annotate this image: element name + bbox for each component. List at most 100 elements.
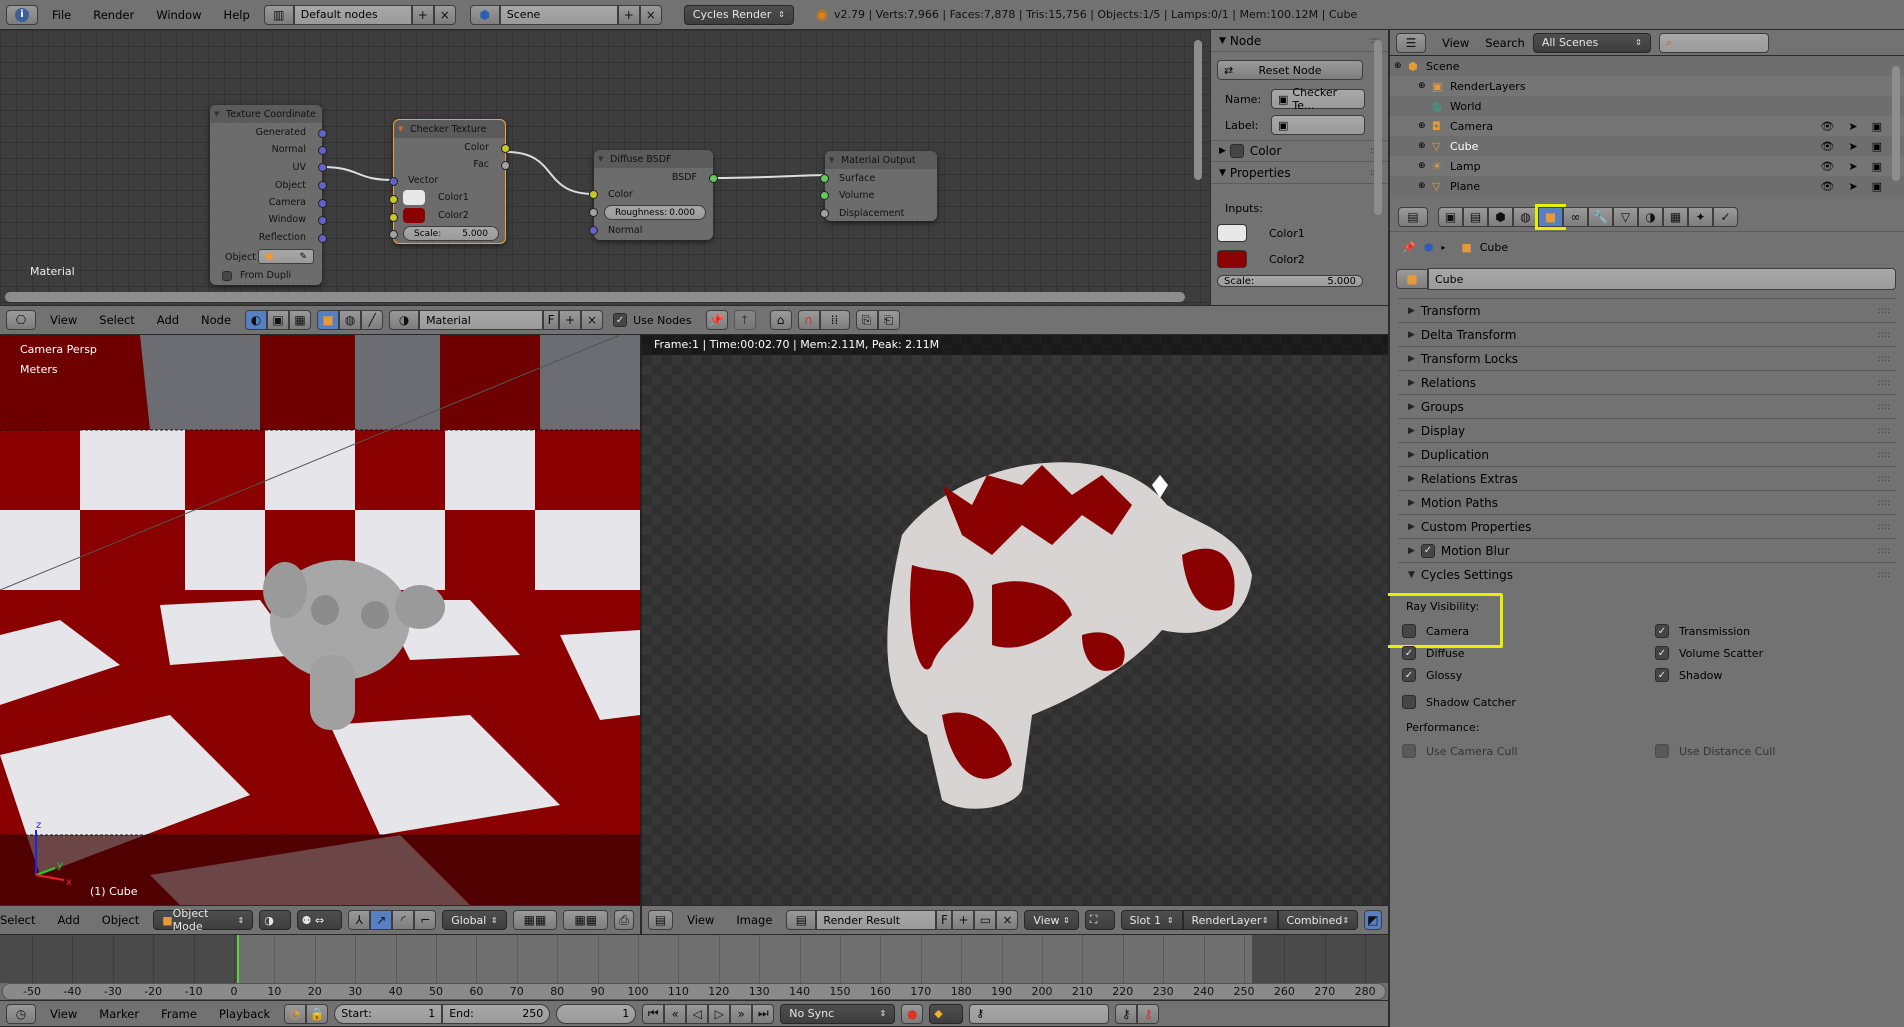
display-mode-dropdown[interactable]: All Scenes ⇕ (1532, 32, 1651, 53)
from-dupli-checkbox[interactable]: From Dupli (222, 270, 291, 281)
jump-start-icon[interactable]: ⏮ (642, 1003, 665, 1024)
volume-scatter-visibility-checkbox[interactable]: ✓ Volume Scatter (1655, 646, 1763, 660)
line-style-icon[interactable]: ╱ (361, 310, 384, 330)
insert-keyframe-icon[interactable]: ⚷ (1115, 1003, 1138, 1024)
node-label-field[interactable]: ▣ (1271, 115, 1365, 135)
fake-user-button[interactable]: F (936, 910, 953, 930)
camera-visibility-checkbox[interactable]: Camera (1402, 624, 1469, 638)
record-icon[interactable]: ● (901, 1003, 924, 1024)
drag-handle-icon[interactable]: :::: (1878, 570, 1890, 580)
properties-editor-type-button[interactable]: ▤ (1398, 206, 1428, 227)
expand-icon[interactable]: ⊕ (1418, 81, 1432, 91)
socket[interactable] (501, 161, 510, 170)
render-camera-icon[interactable]: ▣ (1872, 140, 1882, 153)
shader-nodes-icon[interactable]: ◐ (245, 310, 268, 330)
panel-delta-transform[interactable]: ▶ Delta Transform:::: (1398, 322, 1896, 346)
keyframe-type-dropdown[interactable]: ◆ (929, 1003, 964, 1024)
translate-icon[interactable]: ↗ (370, 910, 393, 930)
outliner-item[interactable]: ⊕ ▣ RenderLayers (1390, 76, 1904, 96)
jump-end-icon[interactable]: ⏭ (752, 1003, 775, 1024)
rotate-icon[interactable]: ◜ (392, 910, 415, 930)
socket[interactable] (389, 213, 398, 222)
render-camera-icon[interactable]: ▣ (1872, 120, 1882, 133)
socket[interactable] (318, 216, 327, 225)
color-toggle-checkbox[interactable] (1229, 144, 1244, 158)
outliner-item[interactable]: ⊕ ▽ Cube 👁 ➤ ▣ (1390, 136, 1904, 156)
editor-type-info-button[interactable]: i (6, 4, 38, 25)
render-camera-icon[interactable]: ▣ (1872, 180, 1882, 193)
paste-icon[interactable]: ⎗ (877, 310, 900, 330)
pin-icon[interactable]: 📌 (705, 310, 728, 330)
object-browse-button[interactable]: ■ (1396, 269, 1428, 289)
outliner-item[interactable]: ⊕ ☀ Lamp 👁 ➤ ▣ (1390, 156, 1904, 176)
timeline[interactable]: -50 -40 -30 -20 -10 0 10 20 30 40 50 60 70 80 90 100 110… (0, 935, 1388, 1000)
color-panel-header[interactable]: ▶Color:::: (1211, 140, 1388, 162)
expand-icon[interactable]: ⊕ (1418, 141, 1432, 151)
socket[interactable] (820, 174, 829, 183)
manipulator-toggle-icon[interactable]: ⅄ (348, 910, 371, 930)
outliner-item[interactable]: ⊕ ▽ Plane 👁 ➤ ▣ (1390, 176, 1904, 196)
menu-search[interactable]: Search (1485, 36, 1525, 50)
snap-element-icon[interactable]: ⁞⁞ (819, 310, 850, 330)
distance-cull-checkbox[interactable]: Use Distance Cull (1655, 744, 1775, 758)
menu-select[interactable]: Select (91, 313, 142, 327)
cursor-icon[interactable]: ➤ (1848, 140, 1857, 153)
3d-viewport[interactable]: z y x Camera Persp Meters (1) Cube (0, 335, 640, 905)
menu-add[interactable]: Add (149, 313, 187, 327)
outliner-search-input[interactable]: ⌕ (1658, 32, 1769, 53)
drag-handle-icon[interactable]: :::: (1878, 354, 1890, 364)
drag-handle-icon[interactable]: :::: (1878, 498, 1890, 508)
pivot-dropdown[interactable]: ⛶ (1084, 910, 1115, 930)
shadow-visibility-checkbox[interactable]: ✓ Shadow (1655, 668, 1722, 682)
socket[interactable] (318, 163, 327, 172)
menu-view[interactable]: View (1434, 36, 1477, 50)
socket[interactable] (318, 234, 327, 243)
world-shader-icon[interactable]: ◍ (339, 310, 362, 330)
pivot-dropdown[interactable]: ⚉ ⇔ (296, 910, 343, 930)
checker-texture-node[interactable]: Checker Texture Color Fac Vector Color1 … (389, 119, 510, 244)
scale-icon[interactable]: ⌐ (414, 910, 437, 930)
outliner-scrollbar[interactable] (1892, 66, 1900, 181)
outliner-item[interactable]: ⊕ ◘ Camera 👁 ➤ ▣ (1390, 116, 1904, 136)
menu-playback[interactable]: Playback (211, 1007, 278, 1021)
eye-icon[interactable]: 👁 (1820, 120, 1834, 133)
panel-motion-blur[interactable]: ▶ ✓ Motion Blur:::: (1398, 538, 1896, 562)
color2-swatch[interactable] (1217, 250, 1247, 268)
expand-icon[interactable]: ⊕ (1418, 121, 1432, 131)
current-frame-indicator[interactable] (237, 935, 239, 983)
tab-scene[interactable]: ⬢ (1488, 206, 1513, 227)
tab-physics[interactable]: ✓ (1713, 206, 1738, 227)
socket[interactable] (389, 195, 398, 204)
drag-handle-icon[interactable]: :::: (1878, 330, 1890, 340)
drag-handle-icon[interactable]: :::: (1878, 378, 1890, 388)
drag-handle-icon[interactable]: :::: (1878, 402, 1890, 412)
panel-duplication[interactable]: ▶ Duplication:::: (1398, 442, 1896, 466)
socket[interactable] (389, 230, 398, 239)
jump-keyframe-back-icon[interactable]: « (664, 1003, 687, 1024)
socket[interactable] (709, 174, 718, 183)
jump-keyframe-forward-icon[interactable]: » (730, 1003, 753, 1024)
menu-add[interactable]: Add (49, 913, 87, 927)
color1-swatch[interactable] (403, 190, 425, 205)
object-name-field[interactable]: Cube (1428, 268, 1896, 290)
tab-particles[interactable]: ✦ (1688, 206, 1713, 227)
tab-material[interactable]: ◑ (1638, 206, 1663, 227)
timeline-editor-type-button[interactable]: ◷ (6, 1003, 36, 1024)
image-name-field[interactable]: Render Result (816, 910, 937, 930)
render-camera-icon[interactable]: ▣ (1872, 160, 1882, 173)
use-nodes-checkbox[interactable]: ✓ Use Nodes (613, 313, 692, 327)
diffuse-bsdf-node[interactable]: Diffuse BSDF BSDF Color Roughness:0.000 … (589, 150, 718, 240)
socket[interactable] (820, 191, 829, 200)
cursor-icon[interactable]: ➤ (1848, 180, 1857, 193)
shadow-catcher-checkbox[interactable]: Shadow Catcher (1402, 695, 1516, 709)
menu-view[interactable]: View (42, 313, 85, 327)
expand-icon[interactable]: ⊕ (1418, 181, 1432, 191)
add-layout-button[interactable]: + (411, 4, 434, 25)
vertical-scrollbar[interactable] (1194, 40, 1202, 180)
tab-world[interactable]: ◍ (1513, 206, 1538, 227)
expand-icon[interactable]: ⊕ (1394, 61, 1408, 71)
keying-set-field[interactable]: ⚷ (969, 1003, 1110, 1024)
draw-channels-icon[interactable]: ◩ (1363, 910, 1383, 930)
unlink-image-button[interactable]: × (996, 910, 1019, 930)
panel-custom-properties[interactable]: ▶ Custom Properties:::: (1398, 514, 1896, 538)
